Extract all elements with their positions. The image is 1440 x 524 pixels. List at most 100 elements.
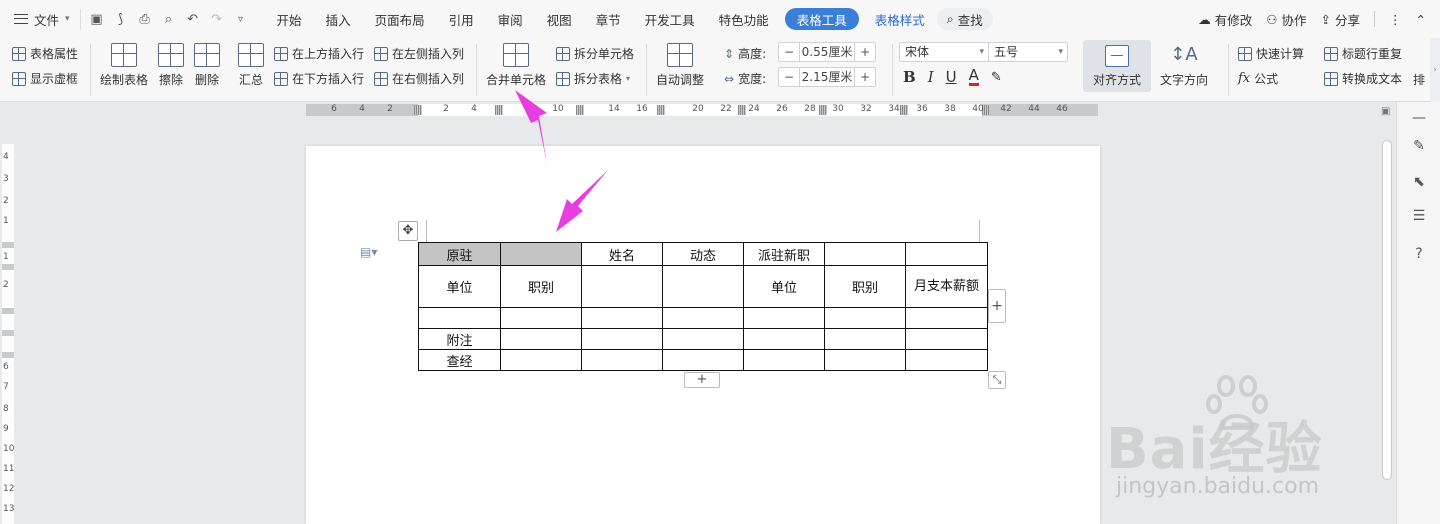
find-button[interactable]: ⌕ 查找 xyxy=(936,8,993,30)
height-stepper[interactable]: − 0.55厘米 + xyxy=(778,42,876,62)
tab-special[interactable]: 特色功能 xyxy=(707,0,781,38)
erase-button[interactable]: 擦除 xyxy=(158,43,184,88)
increment-icon[interactable]: + xyxy=(855,45,875,59)
more-icon[interactable]: ⋮ xyxy=(1389,12,1402,27)
table-resize-handle[interactable]: ⤡ xyxy=(988,371,1006,389)
ruler-column-marker[interactable] xyxy=(738,105,746,115)
tab-table-tools[interactable]: 表格工具 xyxy=(784,8,859,30)
table-cell[interactable] xyxy=(905,242,988,266)
arrange-button[interactable]: 排 xyxy=(1412,43,1426,88)
add-column-button[interactable]: + xyxy=(988,289,1006,323)
summary-button[interactable]: 汇总 xyxy=(238,43,264,88)
table-cell[interactable] xyxy=(824,328,906,350)
quick-calc-button[interactable]: 快速计算 xyxy=(1238,45,1304,62)
underline-icon[interactable]: U xyxy=(946,68,957,86)
scroll-up-icon[interactable]: ▣ xyxy=(1381,106,1390,117)
table-cell[interactable] xyxy=(743,307,825,329)
document-table[interactable]: 原驻 姓名 动态 派驻新职 单位 职别 单位 职别 月支本薪额 附注 查经 xyxy=(418,242,988,371)
table-cell[interactable] xyxy=(662,307,744,329)
text-direction-button[interactable]: ↕A 文字方向 xyxy=(1160,43,1208,88)
table-cell[interactable]: 职别 xyxy=(824,265,906,308)
font-color-icon[interactable]: A xyxy=(968,68,979,86)
tab-table-style[interactable]: 表格样式 xyxy=(863,0,937,38)
vertical-ruler[interactable]: 4 3 2 1 1 2 6 7 8 9 10 11 12 13 xyxy=(0,118,16,524)
table-cell[interactable] xyxy=(662,328,744,350)
insert-col-left-button[interactable]: 在左侧插入列 xyxy=(374,45,464,62)
insert-col-right-button[interactable]: 在右侧插入列 xyxy=(374,70,464,87)
tab-insert[interactable]: 插入 xyxy=(314,0,363,38)
split-table-button[interactable]: 拆分表格 ▾ xyxy=(556,70,630,87)
table-cell[interactable]: 动态 xyxy=(662,242,744,266)
insert-row-below-button[interactable]: 在下方插入行 xyxy=(274,70,364,87)
collab-button[interactable]: ⚇ 协作 xyxy=(1266,10,1306,29)
ribbon-scroll-right[interactable]: › xyxy=(1430,38,1440,102)
show-gridlines-button[interactable]: 显示虚框 xyxy=(12,70,78,87)
tab-developer[interactable]: 开发工具 xyxy=(633,0,707,38)
customize-icon[interactable]: ▿ xyxy=(231,9,251,29)
font-name-select[interactable]: 宋体 xyxy=(899,42,989,62)
table-cell[interactable] xyxy=(581,328,663,350)
table-cell[interactable]: 职别 xyxy=(500,265,582,308)
collapse-panel-icon[interactable]: — xyxy=(1410,110,1428,128)
table-cell[interactable] xyxy=(581,265,663,308)
redo-icon[interactable]: ↷ xyxy=(207,9,227,29)
auto-adjust-button[interactable]: 自动调整 xyxy=(656,43,704,88)
split-cells-button[interactable]: 拆分单元格 xyxy=(556,45,634,62)
width-value[interactable]: 2.15厘米 xyxy=(799,68,855,86)
table-cell[interactable] xyxy=(743,328,825,350)
format-painter-icon[interactable]: ⟆ xyxy=(111,9,131,29)
table-cell[interactable] xyxy=(824,349,906,371)
width-stepper[interactable]: − 2.15厘米 + xyxy=(778,67,876,87)
print-icon[interactable]: ⎙ xyxy=(135,9,155,29)
save-icon[interactable]: ▣ xyxy=(87,9,107,29)
tab-review[interactable]: 审阅 xyxy=(486,0,535,38)
table-cell[interactable] xyxy=(743,349,825,371)
sliders-icon[interactable]: ☰ xyxy=(1410,208,1428,226)
italic-icon[interactable]: I xyxy=(928,68,934,86)
table-cell[interactable]: 原驻 xyxy=(418,242,501,266)
font-size-select[interactable]: 五号 xyxy=(988,42,1068,62)
scrollbar-thumb[interactable] xyxy=(1382,140,1392,480)
ruler-column-marker[interactable] xyxy=(414,105,422,115)
table-cell[interactable]: 附注 xyxy=(418,328,501,350)
merge-cells-button[interactable]: 合并单元格 xyxy=(486,43,546,88)
table-cell[interactable] xyxy=(662,265,744,308)
formula-button[interactable]: fx 公式 xyxy=(1238,70,1278,87)
highlight-icon[interactable]: ✎ xyxy=(991,70,1002,85)
ruler-column-marker[interactable] xyxy=(495,105,503,115)
table-cell[interactable] xyxy=(500,242,582,266)
delete-button[interactable]: 删除 xyxy=(194,43,220,88)
increment-icon[interactable]: + xyxy=(855,70,875,84)
table-cell[interactable]: 单位 xyxy=(418,265,501,308)
tab-view[interactable]: 视图 xyxy=(535,0,584,38)
table-cell[interactable] xyxy=(905,349,988,371)
table-cell[interactable]: 派驻新职 xyxy=(743,242,825,266)
table-cell[interactable]: 月支本薪额 xyxy=(905,265,988,308)
add-row-button[interactable]: + xyxy=(684,372,720,388)
table-cell[interactable] xyxy=(905,328,988,350)
table-cell[interactable] xyxy=(662,349,744,371)
edit-icon[interactable]: ✎ xyxy=(1410,138,1428,156)
repeat-header-button[interactable]: 标题行重复 xyxy=(1324,45,1402,62)
ruler-row-marker[interactable] xyxy=(2,242,14,248)
bold-icon[interactable]: B xyxy=(903,68,916,86)
decrement-icon[interactable]: − xyxy=(779,45,799,59)
ruler-column-marker[interactable] xyxy=(900,105,908,115)
ruler-column-marker[interactable] xyxy=(576,105,584,115)
collapse-ribbon-icon[interactable]: ⌃ xyxy=(1416,12,1426,27)
share-button[interactable]: ⇪ 分享 xyxy=(1321,10,1361,29)
table-cell[interactable] xyxy=(418,307,501,329)
file-menu[interactable]: 文件 ▾ xyxy=(0,0,80,38)
table-cell[interactable]: 姓名 xyxy=(581,242,663,266)
table-move-handle[interactable]: ✥ xyxy=(398,221,418,241)
table-cell[interactable] xyxy=(824,307,906,329)
cursor-icon[interactable]: ⬉ xyxy=(1410,174,1428,192)
table-cell[interactable] xyxy=(500,307,582,329)
paragraph-layout-icon[interactable]: ▤▾ xyxy=(360,245,377,259)
tab-section[interactable]: 章节 xyxy=(584,0,633,38)
vertical-scrollbar[interactable]: ▣ xyxy=(1378,102,1396,524)
table-cell[interactable] xyxy=(500,349,582,371)
table-cell[interactable] xyxy=(500,328,582,350)
help-icon[interactable]: ? xyxy=(1410,246,1428,264)
ruler-column-marker[interactable] xyxy=(819,105,827,115)
